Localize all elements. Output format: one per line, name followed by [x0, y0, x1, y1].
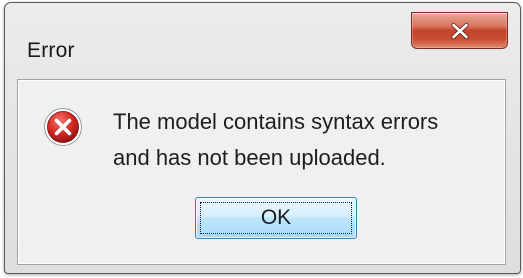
- message-line-2: and has not been uploaded.: [113, 145, 386, 170]
- message-line-1: The model contains syntax errors: [113, 109, 439, 134]
- dialog-title: Error: [27, 39, 75, 62]
- close-button[interactable]: [411, 12, 508, 49]
- close-icon: [450, 22, 469, 39]
- ok-button[interactable]: OK: [195, 197, 357, 239]
- error-dialog: Error The model contains syntax errors a…: [4, 2, 521, 274]
- error-icon: [44, 108, 82, 146]
- ok-button-label: OK: [260, 206, 292, 229]
- dialog-body: The model contains syntax errors and has…: [17, 79, 506, 265]
- title-bar[interactable]: Error: [5, 3, 520, 79]
- error-message: The model contains syntax errors and has…: [113, 104, 503, 176]
